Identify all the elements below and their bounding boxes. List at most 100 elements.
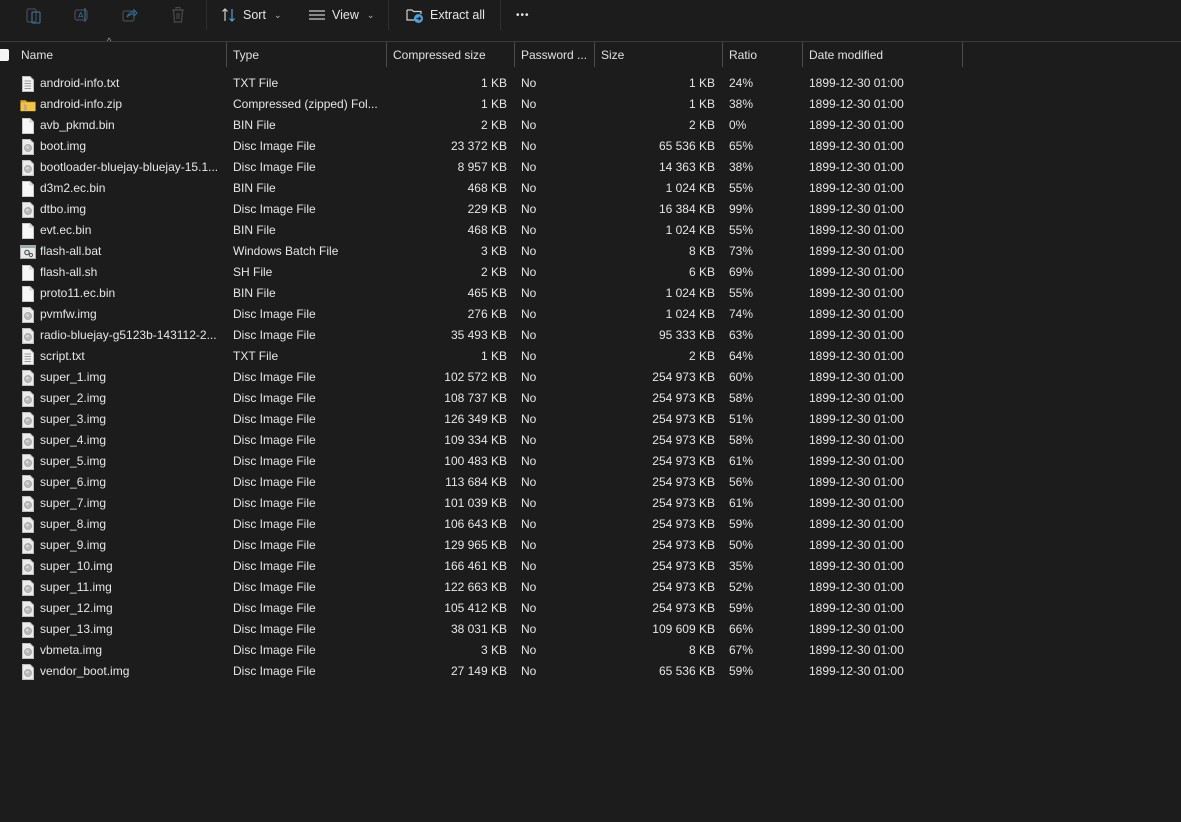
date-modified: 1899-12-30 01:00	[809, 244, 904, 258]
file-size: 254 973 KB	[652, 517, 715, 531]
compressed-size: 129 965 KB	[444, 538, 507, 552]
disc-image-icon	[20, 327, 36, 344]
file-row[interactable]: vendor_boot.img Disc Image File 27 149 K…	[0, 661, 960, 682]
column-header-password[interactable]: Password ...	[521, 42, 593, 68]
file-type: Disc Image File	[233, 664, 316, 678]
file-row[interactable]: flash-all.sh SH File 2 KB No 6 KB 69% 18…	[0, 262, 960, 283]
file-row[interactable]: radio-bluejay-g5123b-143112-2... Disc Im…	[0, 325, 960, 346]
column-resize-handle[interactable]	[722, 42, 723, 67]
date-modified: 1899-12-30 01:00	[809, 286, 904, 300]
sort-button[interactable]: Sort ⌄	[221, 4, 281, 26]
file-name: super_12.img	[40, 601, 113, 615]
column-header-ratio[interactable]: Ratio	[729, 42, 799, 68]
column-resize-handle[interactable]	[514, 42, 515, 67]
file-name: vbmeta.img	[40, 643, 103, 657]
more-options-button[interactable]: •••	[516, 4, 530, 26]
column-header-type[interactable]: Type	[233, 42, 383, 68]
file-row[interactable]: super_6.img Disc Image File 113 684 KB N…	[0, 472, 960, 493]
file-row[interactable]: super_12.img Disc Image File 105 412 KB …	[0, 598, 960, 619]
file-row[interactable]: script.txt TXT File 1 KB No 2 KB 64% 189…	[0, 346, 960, 367]
file-row[interactable]: super_3.img Disc Image File 126 349 KB N…	[0, 409, 960, 430]
file-row[interactable]: pvmfw.img Disc Image File 276 KB No 1 02…	[0, 304, 960, 325]
column-header-row: ^ Name Type Compressed size Password ...…	[0, 36, 1181, 68]
compressed-size: 8 957 KB	[457, 160, 507, 174]
password-protected: No	[521, 160, 537, 174]
file-size: 8 KB	[688, 244, 715, 258]
view-button[interactable]: View ⌄	[308, 4, 374, 26]
file-row[interactable]: d3m2.ec.bin BIN File 468 KB No 1 024 KB …	[0, 178, 960, 199]
password-protected: No	[521, 643, 537, 657]
column-header-date-modified[interactable]: Date modified	[809, 42, 959, 68]
file-type: TXT File	[233, 76, 279, 90]
file-row[interactable]: super_8.img Disc Image File 106 643 KB N…	[0, 514, 960, 535]
file-type: Disc Image File	[233, 517, 316, 531]
compressed-size: 105 412 KB	[444, 601, 507, 615]
column-resize-handle[interactable]	[594, 42, 595, 67]
date-modified: 1899-12-30 01:00	[809, 160, 904, 174]
file-row[interactable]: evt.ec.bin BIN File 468 KB No 1 024 KB 5…	[0, 220, 960, 241]
date-modified: 1899-12-30 01:00	[809, 433, 904, 447]
file-size: 65 536 KB	[658, 664, 715, 678]
file-row[interactable]: dtbo.img Disc Image File 229 KB No 16 38…	[0, 199, 960, 220]
file-row[interactable]: super_7.img Disc Image File 101 039 KB N…	[0, 493, 960, 514]
compressed-size: 100 483 KB	[444, 454, 507, 468]
svg-text:A: A	[78, 11, 84, 20]
copy-icon[interactable]	[22, 4, 46, 26]
column-resize-handle[interactable]	[962, 42, 963, 67]
file-row[interactable]: flash-all.bat Windows Batch File 3 KB No…	[0, 241, 960, 262]
extract-folder-icon	[406, 9, 423, 23]
column-resize-handle[interactable]	[802, 42, 803, 67]
compressed-size: 38 031 KB	[450, 622, 507, 636]
file-row[interactable]: super_5.img Disc Image File 100 483 KB N…	[0, 451, 960, 472]
file-row[interactable]: super_1.img Disc Image File 102 572 KB N…	[0, 367, 960, 388]
more-icon: •••	[516, 9, 530, 21]
select-all-checkbox[interactable]	[0, 49, 9, 61]
compressed-size: 3 KB	[480, 244, 507, 258]
column-resize-handle[interactable]	[226, 42, 227, 67]
file-row[interactable]: super_10.img Disc Image File 166 461 KB …	[0, 556, 960, 577]
file-size: 1 024 KB	[665, 286, 715, 300]
column-header-size[interactable]: Size	[601, 42, 719, 68]
file-row[interactable]: super_9.img Disc Image File 129 965 KB N…	[0, 535, 960, 556]
view-label: View	[332, 8, 359, 22]
column-header-compressed-size[interactable]: Compressed size	[393, 42, 511, 68]
compression-ratio: 69%	[729, 265, 754, 279]
file-row[interactable]: android-info.zip Compressed (zipped) Fol…	[0, 94, 960, 115]
file-type: BIN File	[233, 181, 276, 195]
file-row[interactable]: super_4.img Disc Image File 109 334 KB N…	[0, 430, 960, 451]
file-name: super_8.img	[40, 517, 107, 531]
date-modified: 1899-12-30 01:00	[809, 328, 904, 342]
disc-image-icon	[20, 432, 36, 449]
password-protected: No	[521, 454, 537, 468]
date-modified: 1899-12-30 01:00	[809, 559, 904, 573]
delete-icon[interactable]	[166, 4, 190, 26]
file-row[interactable]: super_13.img Disc Image File 38 031 KB N…	[0, 619, 960, 640]
toolbar-divider	[206, 0, 207, 30]
blank-file-icon	[20, 117, 36, 134]
date-modified: 1899-12-30 01:00	[809, 307, 904, 321]
compression-ratio: 73%	[729, 244, 754, 258]
rename-icon[interactable]: A	[70, 4, 94, 26]
file-row[interactable]: super_11.img Disc Image File 122 663 KB …	[0, 577, 960, 598]
file-row[interactable]: vbmeta.img Disc Image File 3 KB No 8 KB …	[0, 640, 960, 661]
file-name: super_13.img	[40, 622, 113, 636]
column-resize-handle[interactable]	[386, 42, 387, 67]
file-row[interactable]: super_2.img Disc Image File 108 737 KB N…	[0, 388, 960, 409]
file-name: flash-all.sh	[40, 265, 98, 279]
compression-ratio: 55%	[729, 223, 754, 237]
file-size: 1 KB	[688, 97, 715, 111]
date-modified: 1899-12-30 01:00	[809, 139, 904, 153]
file-row[interactable]: proto11.ec.bin BIN File 465 KB No 1 024 …	[0, 283, 960, 304]
date-modified: 1899-12-30 01:00	[809, 370, 904, 384]
file-type: Disc Image File	[233, 202, 316, 216]
compressed-size: 465 KB	[467, 286, 507, 300]
extract-all-button[interactable]: Extract all	[406, 4, 485, 26]
file-row[interactable]: bootloader-bluejay-bluejay-15.1... Disc …	[0, 157, 960, 178]
file-row[interactable]: boot.img Disc Image File 23 372 KB No 65…	[0, 136, 960, 157]
share-icon[interactable]	[118, 4, 142, 26]
date-modified: 1899-12-30 01:00	[809, 391, 904, 405]
file-row[interactable]: avb_pkmd.bin BIN File 2 KB No 2 KB 0% 18…	[0, 115, 960, 136]
file-row[interactable]: android-info.txt TXT File 1 KB No 1 KB 2…	[0, 73, 960, 94]
column-header-name[interactable]: Name	[21, 42, 221, 68]
date-modified: 1899-12-30 01:00	[809, 118, 904, 132]
